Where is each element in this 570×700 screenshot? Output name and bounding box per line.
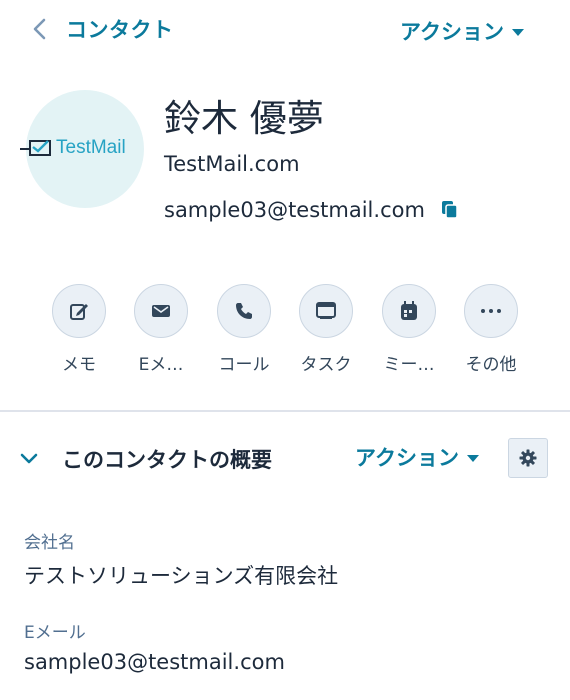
- quick-action-label: タスク: [300, 355, 352, 375]
- meeting-button[interactable]: [382, 284, 436, 338]
- settings-button[interactable]: [508, 438, 548, 478]
- quick-action-meeting[interactable]: ミー…: [369, 284, 449, 375]
- edit-icon: [70, 304, 88, 320]
- mail-icon: [152, 305, 170, 317]
- quick-action-label: その他: [465, 355, 517, 375]
- property-value-email[interactable]: sample03@testmail.com: [24, 650, 285, 674]
- chevron-left-icon: [26, 15, 54, 43]
- quick-action-label: Eメ…: [138, 355, 184, 375]
- quick-action-label: コール: [218, 355, 270, 375]
- quick-action-note[interactable]: メモ: [39, 284, 119, 375]
- email-row: sample03@testmail.com: [164, 198, 459, 222]
- gear-icon: [519, 449, 537, 467]
- quick-action-label: ミー…: [383, 355, 435, 375]
- email-button[interactable]: [134, 284, 188, 338]
- logo-text: TestMail: [56, 137, 126, 158]
- phone-icon: [236, 303, 252, 319]
- quick-action-more[interactable]: その他: [451, 284, 531, 375]
- section-actions-dropdown[interactable]: アクション: [355, 442, 479, 472]
- company-domain: TestMail.com: [164, 152, 300, 176]
- back-link-label: コンタクト: [66, 18, 174, 42]
- contact-name: 鈴木 優夢: [164, 97, 324, 140]
- more-icon: [481, 309, 501, 313]
- section-divider: [0, 410, 570, 412]
- call-button[interactable]: [217, 284, 271, 338]
- section-title[interactable]: このコンタクトの概要: [62, 444, 272, 474]
- envelope-check-icon: [20, 140, 51, 156]
- top-bar: コンタクト アクション: [0, 0, 570, 60]
- copy-icon[interactable]: [441, 200, 459, 220]
- contact-email: sample03@testmail.com: [164, 198, 425, 222]
- more-button[interactable]: [464, 284, 518, 338]
- quick-action-label: メモ: [62, 355, 96, 375]
- actions-label: アクション: [355, 446, 459, 470]
- actions-dropdown-button[interactable]: アクション: [400, 16, 524, 46]
- back-link[interactable]: コンタクト: [26, 14, 174, 44]
- note-button[interactable]: [52, 284, 106, 338]
- company-logo: TestMail: [20, 137, 126, 159]
- caret-down-icon: [466, 454, 479, 462]
- task-icon: [316, 302, 336, 319]
- contact-avatar: TestMail: [20, 90, 144, 208]
- calendar-icon: [401, 301, 417, 320]
- quick-action-task[interactable]: タスク: [286, 284, 366, 375]
- caret-down-icon: [512, 28, 524, 36]
- task-button[interactable]: [299, 284, 353, 338]
- quick-action-email[interactable]: Eメ…: [121, 284, 201, 375]
- property-value-company[interactable]: テストソリューションズ有限会社: [24, 560, 338, 590]
- quick-action-call[interactable]: コール: [204, 284, 284, 375]
- chevron-down-icon[interactable]: [18, 448, 40, 470]
- property-label-email: Eメール: [24, 623, 86, 643]
- actions-label: アクション: [400, 20, 504, 44]
- property-label-company: 会社名: [24, 533, 75, 553]
- about-section-header: このコンタクトの概要 アクション: [0, 438, 570, 482]
